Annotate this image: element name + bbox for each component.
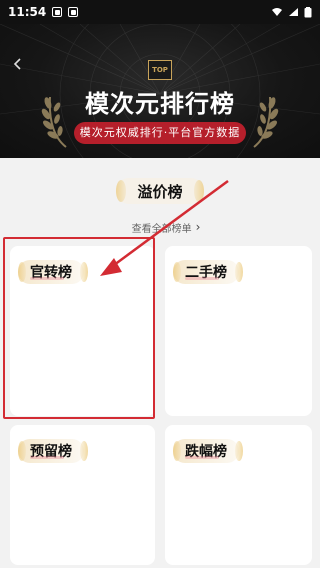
app-notification-icon: [68, 7, 79, 17]
header-banner: TOP 模次元排行榜 模次元权威排行·平台官方数据: [0, 24, 320, 158]
card-title-pill: 二手榜: [173, 260, 243, 284]
page-title: 模次元排行榜: [85, 90, 235, 118]
section-title-text: 溢价榜: [137, 182, 183, 201]
brace-right-decoration: [80, 262, 88, 282]
battery-icon: [304, 6, 312, 17]
title-underline-decoration: [30, 456, 64, 459]
card-reserved[interactable]: 预留榜: [10, 425, 155, 565]
brace-left-decoration: [173, 441, 181, 461]
title-underline-decoration: [185, 456, 219, 459]
card-title-pill: 预留榜: [18, 439, 88, 463]
card-price-drop[interactable]: 跌幅榜: [165, 425, 312, 565]
brace-left-decoration: [18, 262, 26, 282]
card-official-transfer[interactable]: 官转榜: [10, 246, 155, 416]
status-bar: 11:54: [0, 0, 320, 24]
status-time: 11:54: [8, 5, 47, 19]
back-arrow-icon[interactable]: [10, 56, 26, 72]
brace-right-decoration: [80, 441, 88, 461]
brace-left-decoration: [116, 180, 126, 202]
brace-left-decoration: [18, 441, 26, 461]
section-title-premium: 溢价榜: [116, 178, 204, 204]
card-title-pill: 跌幅榜: [173, 439, 243, 463]
title-underline-decoration: [30, 277, 64, 280]
card-title-pill: 官转榜: [18, 260, 88, 284]
brace-left-decoration: [173, 262, 181, 282]
wifi-icon: [272, 8, 282, 16]
gallery-notification-icon: [52, 7, 63, 17]
view-all-label: 查看全部榜单: [131, 223, 192, 235]
status-icons: [271, 6, 312, 18]
view-all-rankings-link[interactable]: 查看全部榜单 ›: [124, 219, 208, 235]
brace-right-decoration: [194, 180, 204, 202]
banner-subtitle-pill: 模次元权威排行·平台官方数据: [74, 122, 246, 144]
signal-icon: [289, 8, 298, 16]
brace-right-decoration: [235, 262, 243, 282]
top-badge: TOP: [148, 60, 172, 80]
chevron-right-icon: ›: [195, 220, 201, 234]
card-second-hand[interactable]: 二手榜: [165, 246, 312, 416]
title-underline-decoration: [185, 277, 219, 280]
brace-right-decoration: [235, 441, 243, 461]
app-root: 11:54 TOP 模次元排行榜 模次元权威排行·平台官方数据 溢价榜 查看全部…: [0, 0, 320, 568]
